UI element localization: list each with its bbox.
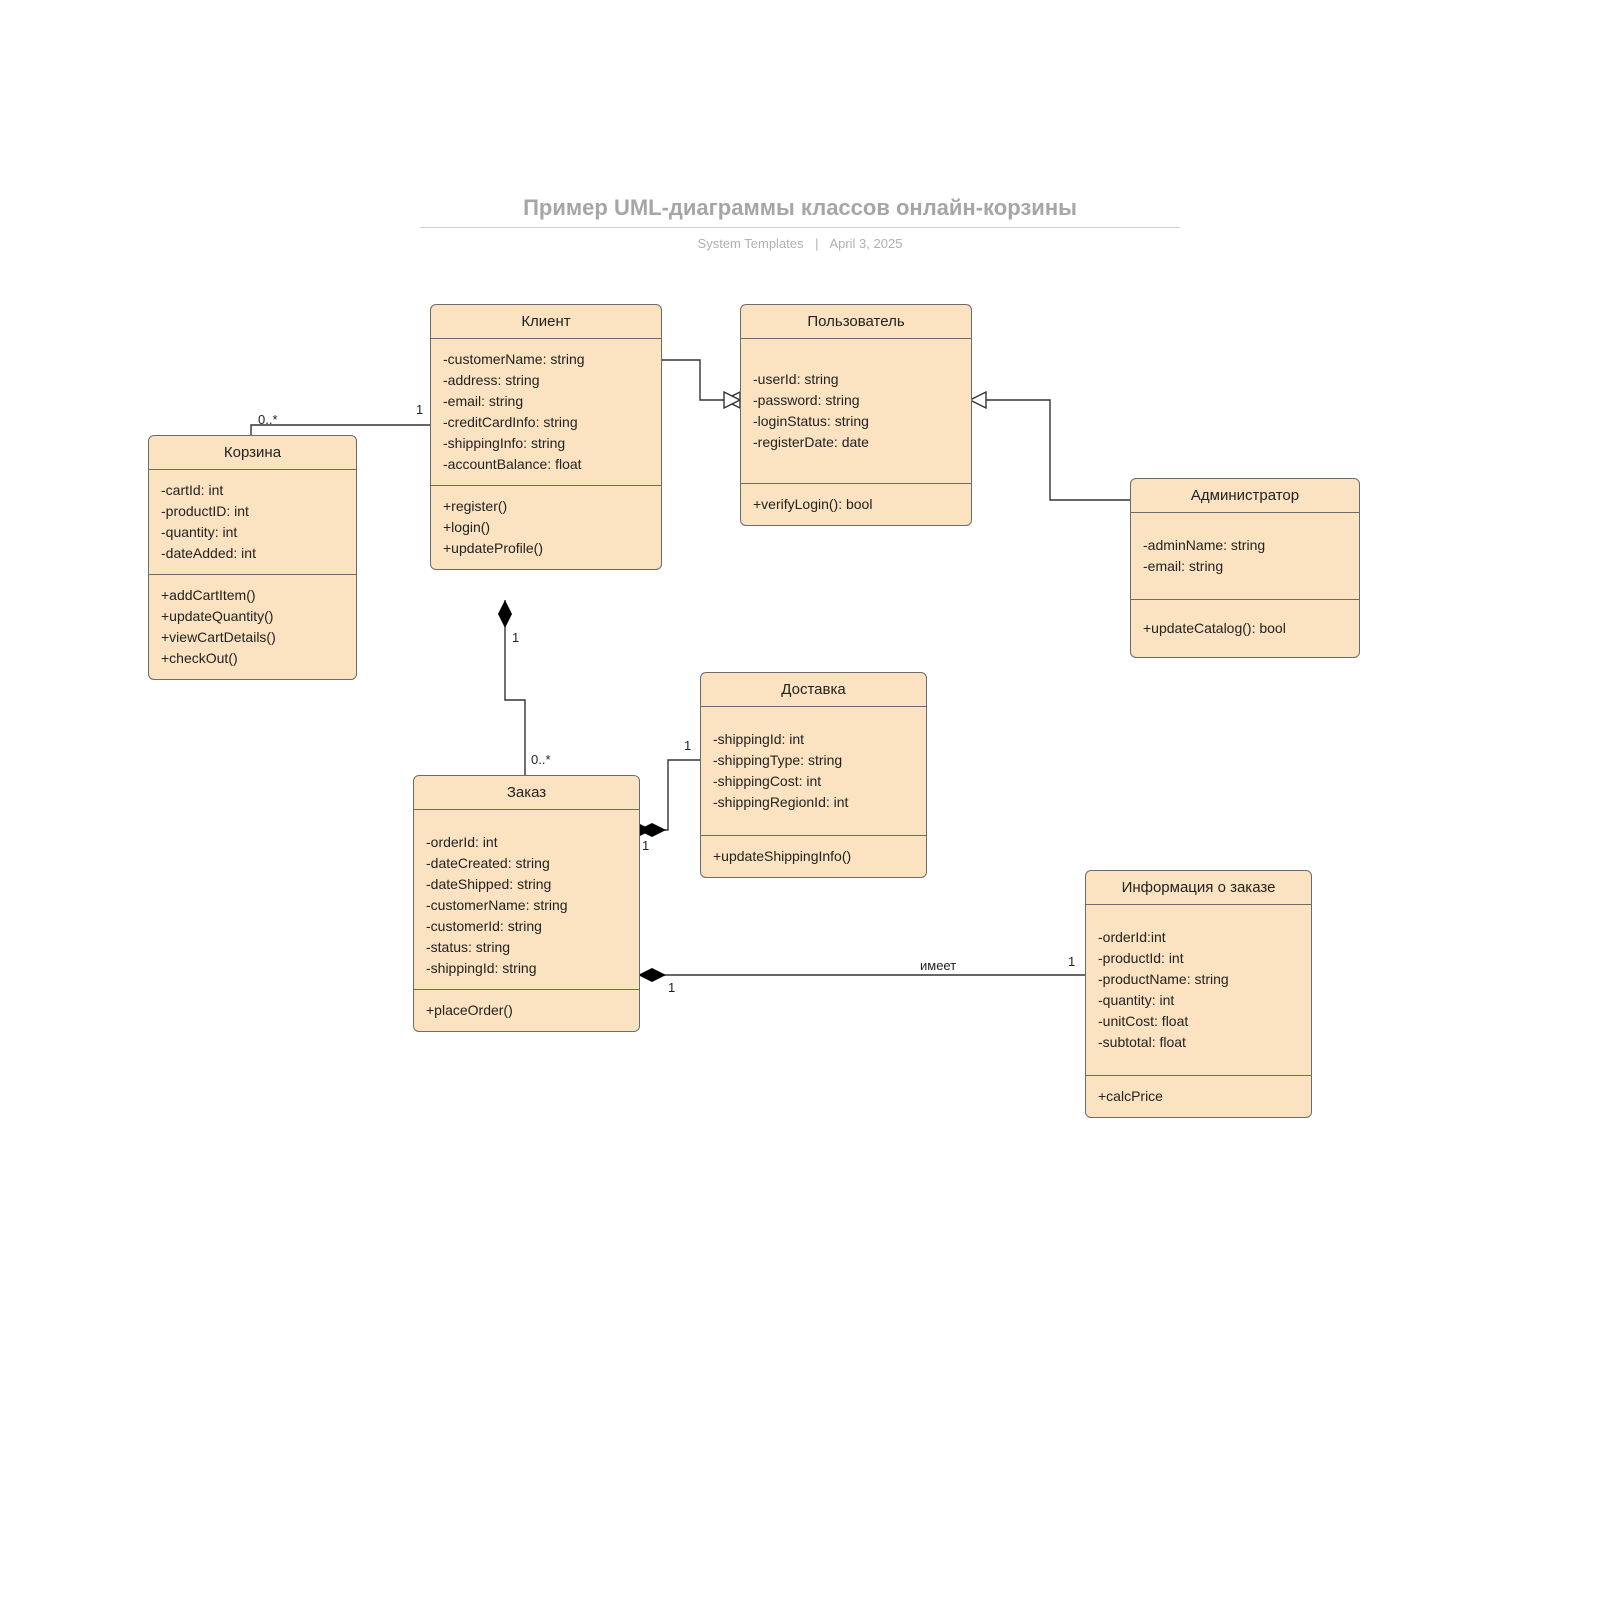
class-order: Заказ -orderId: int -dateCreated: string… — [413, 775, 640, 1032]
mult-cart-end: 0..* — [258, 412, 278, 427]
subtitle-separator: | — [815, 236, 818, 251]
class-user-name: Пользователь — [741, 305, 971, 339]
class-client-name: Клиент — [431, 305, 661, 339]
date-label: April 3, 2025 — [829, 236, 902, 251]
class-admin-attrs: -adminName: string -email: string — [1131, 513, 1359, 600]
mult-client-order-order-end: 0..* — [531, 752, 551, 767]
class-cart-attrs: -cartId: int -productID: int -quantity: … — [149, 470, 356, 575]
class-order-info-attrs: -orderId:int -productId: int -productNam… — [1086, 905, 1311, 1076]
class-shipping-attrs: -shippingId: int -shippingType: string -… — [701, 707, 926, 836]
class-order-attrs: -orderId: int -dateCreated: string -date… — [414, 810, 639, 990]
class-admin: Администратор -adminName: string -email:… — [1130, 478, 1360, 658]
mult-client-cart-end: 1 — [416, 402, 423, 417]
class-client-ops: +register() +login() +updateProfile() — [431, 486, 661, 569]
class-client: Клиент -customerName: string -address: s… — [430, 304, 662, 570]
mult-order-info-info-end: 1 — [1068, 954, 1075, 969]
class-cart-ops: +addCartItem() +updateQuantity() +viewCa… — [149, 575, 356, 679]
class-shipping: Доставка -shippingId: int -shippingType:… — [700, 672, 927, 878]
edge-label-has: имеет — [920, 958, 956, 973]
title-divider — [420, 227, 1180, 228]
mult-order-shipping-order-end: 1 — [642, 838, 649, 853]
class-user-attrs: -userId: string -password: string -login… — [741, 339, 971, 484]
class-cart-name: Корзина — [149, 436, 356, 470]
class-admin-ops: +updateCatalog(): bool — [1131, 600, 1359, 657]
class-shipping-ops: +updateShippingInfo() — [701, 836, 926, 877]
diagram-title: Пример UML-диаграммы классов онлайн-корз… — [0, 195, 1600, 221]
class-order-info: Информация о заказе -orderId:int -produc… — [1085, 870, 1312, 1118]
mult-client-order-client-end: 1 — [512, 630, 519, 645]
author-label: System Templates — [698, 236, 804, 251]
class-order-name: Заказ — [414, 776, 639, 810]
diagram-header: Пример UML-диаграммы классов онлайн-корз… — [0, 195, 1600, 251]
mult-order-info-order-end: 1 — [668, 980, 675, 995]
class-order-info-ops: +calcPrice — [1086, 1076, 1311, 1117]
class-order-info-name: Информация о заказе — [1086, 871, 1311, 905]
mult-order-shipping-shipping-end: 1 — [684, 738, 691, 753]
class-user-ops: +verifyLogin(): bool — [741, 484, 971, 525]
class-shipping-name: Доставка — [701, 673, 926, 707]
class-admin-name: Администратор — [1131, 479, 1359, 513]
class-order-ops: +placeOrder() — [414, 990, 639, 1031]
diagram-subtitle: System Templates | April 3, 2025 — [0, 236, 1600, 251]
class-client-attrs: -customerName: string -address: string -… — [431, 339, 661, 486]
class-user: Пользователь -userId: string -password: … — [740, 304, 972, 526]
class-cart: Корзина -cartId: int -productID: int -qu… — [148, 435, 357, 680]
